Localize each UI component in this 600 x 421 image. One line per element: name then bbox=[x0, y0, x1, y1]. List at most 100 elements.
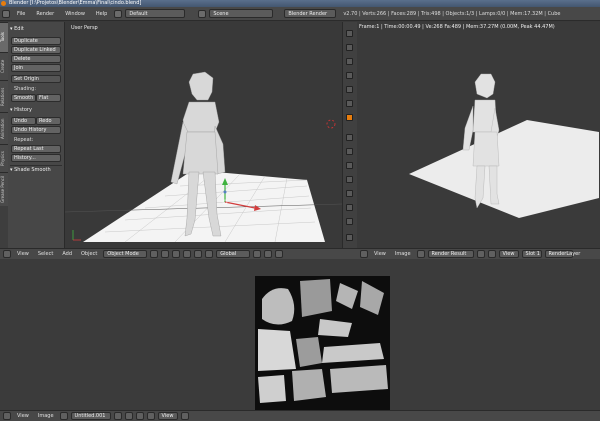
open-image-icon[interactable] bbox=[124, 412, 133, 420]
checkbox-4-icon[interactable] bbox=[346, 204, 353, 211]
edit-panel-title: Edit bbox=[14, 26, 24, 32]
scale-icon[interactable] bbox=[205, 250, 214, 258]
checkbox-6-icon[interactable] bbox=[346, 234, 353, 241]
menu-select[interactable]: Select bbox=[35, 251, 56, 257]
menu-render[interactable]: Render bbox=[32, 11, 58, 17]
texture-icon[interactable] bbox=[346, 148, 353, 155]
image-view-selector[interactable]: View bbox=[157, 412, 178, 420]
translate-icon[interactable] bbox=[183, 250, 192, 258]
checkbox-2-icon[interactable] bbox=[346, 176, 353, 183]
shading-mode-icon[interactable] bbox=[150, 250, 159, 258]
snap-icon[interactable] bbox=[275, 250, 284, 258]
flat-button[interactable]: Flat bbox=[36, 94, 61, 102]
edit-panel-header[interactable]: ▾ Edit bbox=[10, 25, 24, 33]
editor-type-icon[interactable] bbox=[360, 250, 368, 258]
render-layer-selector[interactable]: RenderLayer bbox=[544, 250, 580, 258]
repeat-label: Repeat: bbox=[14, 137, 34, 143]
render-engine-selector[interactable]: Blender Render bbox=[284, 9, 337, 18]
blender-logo-icon bbox=[1, 1, 6, 6]
undo-button[interactable]: Undo bbox=[11, 117, 36, 125]
layer-2-icon[interactable] bbox=[264, 250, 273, 258]
checkbox-5-icon[interactable] bbox=[346, 218, 353, 225]
render-floor bbox=[409, 120, 599, 218]
material-icon[interactable] bbox=[346, 134, 353, 141]
menu-view[interactable]: View bbox=[371, 251, 389, 257]
scene-selector[interactable]: Scene bbox=[209, 9, 274, 18]
scene-props-icon[interactable] bbox=[346, 58, 353, 65]
menu-help[interactable]: Help bbox=[92, 11, 111, 17]
undo-history-button[interactable]: Undo History bbox=[11, 126, 61, 134]
set-origin-dropdown[interactable]: Set Origin bbox=[11, 75, 61, 83]
window-title-bar: Blender [I:\Projetos\Blender\Emma\Final\… bbox=[0, 0, 600, 7]
pin-icon[interactable] bbox=[476, 250, 485, 258]
3d-viewport[interactable]: User Persp bbox=[65, 22, 342, 248]
pivot-icon[interactable] bbox=[161, 250, 170, 258]
mode-selector[interactable]: Object Mode bbox=[103, 250, 148, 258]
info-header: File Render Window Help Default Scene Bl… bbox=[0, 7, 600, 21]
repeat-history-button[interactable]: History... bbox=[11, 154, 61, 162]
editor-type-icon[interactable] bbox=[3, 412, 11, 420]
manipulator-icon[interactable] bbox=[172, 250, 181, 258]
3d-cursor-icon[interactable] bbox=[326, 119, 336, 129]
tab-create[interactable]: Create bbox=[0, 52, 8, 80]
menu-add[interactable]: Add bbox=[59, 251, 75, 257]
rotate-icon[interactable] bbox=[194, 250, 203, 258]
tab-physics[interactable]: Physics bbox=[0, 144, 8, 172]
menu-image[interactable]: Image bbox=[35, 413, 57, 419]
history-panel-header[interactable]: ▾ History bbox=[10, 106, 32, 114]
checkbox-1-icon[interactable] bbox=[346, 162, 353, 169]
pin-icon[interactable] bbox=[146, 412, 155, 420]
layers-icon[interactable] bbox=[346, 44, 353, 51]
image-browse-icon[interactable] bbox=[416, 250, 425, 258]
menu-view[interactable]: View bbox=[14, 413, 32, 419]
operator-title: Shade Smooth bbox=[14, 167, 51, 173]
uv-sync-icon[interactable] bbox=[487, 250, 496, 258]
layout-icon bbox=[114, 9, 123, 18]
delete-button[interactable]: Delete bbox=[11, 55, 61, 63]
viewport-properties-strip bbox=[342, 22, 358, 248]
duplicate-linked-button[interactable]: Duplicate Linked bbox=[11, 46, 61, 54]
display-channels-icon[interactable] bbox=[180, 412, 189, 420]
image-browse-icon[interactable] bbox=[59, 412, 68, 420]
menu-image[interactable]: Image bbox=[392, 251, 414, 257]
render-image bbox=[409, 73, 599, 218]
scene-icon bbox=[198, 9, 207, 18]
menu-window[interactable]: Window bbox=[61, 11, 89, 17]
redo-button[interactable]: Redo bbox=[36, 117, 61, 125]
tab-relations[interactable]: Relations bbox=[0, 80, 8, 112]
world-icon[interactable] bbox=[346, 72, 353, 79]
constraints-icon[interactable] bbox=[346, 100, 353, 107]
tab-grease-pencil[interactable]: Grease Pencil bbox=[0, 172, 8, 206]
menu-object[interactable]: Object bbox=[78, 251, 100, 257]
shading-label: Shading: bbox=[14, 86, 36, 92]
tab-animation[interactable]: Animation bbox=[0, 112, 8, 144]
tab-tools[interactable]: Tools bbox=[0, 22, 8, 52]
checkbox-3-icon[interactable] bbox=[346, 190, 353, 197]
object-icon[interactable] bbox=[346, 86, 353, 93]
modifiers-icon[interactable] bbox=[346, 114, 353, 121]
render-result-view[interactable]: Frame:1 | Time:00:00.49 | Ve:268 Fa:489 … bbox=[357, 22, 600, 248]
layout-selector[interactable]: Default bbox=[125, 9, 186, 18]
editor-type-icon[interactable] bbox=[2, 9, 10, 18]
render-view-selector[interactable]: View bbox=[498, 250, 519, 258]
image-editor-header: View Image Untitled.001 View bbox=[0, 410, 600, 421]
smooth-button[interactable]: Smooth bbox=[11, 94, 36, 102]
viewport-header: View Select Add Object Object Mode Globa… bbox=[0, 248, 357, 259]
close-image-icon[interactable] bbox=[135, 412, 144, 420]
orientation-selector[interactable]: Global bbox=[216, 250, 251, 258]
duplicate-button[interactable]: Duplicate bbox=[11, 37, 61, 45]
editor-type-icon[interactable] bbox=[3, 250, 11, 258]
join-button[interactable]: Join bbox=[11, 64, 61, 72]
new-image-icon[interactable] bbox=[113, 412, 122, 420]
menu-file[interactable]: File bbox=[13, 11, 29, 17]
viewport-scene bbox=[65, 71, 342, 243]
repeat-last-button[interactable]: Repeat Last bbox=[11, 145, 61, 153]
render-icon[interactable] bbox=[346, 30, 353, 37]
image-editor[interactable] bbox=[0, 259, 600, 410]
layer-icon[interactable] bbox=[253, 250, 262, 258]
render-image-selector[interactable]: Render Result bbox=[427, 250, 474, 258]
menu-view[interactable]: View bbox=[14, 251, 32, 257]
image-selector[interactable]: Untitled.001 bbox=[70, 412, 111, 420]
operator-panel-header[interactable]: ▾ Shade Smooth bbox=[10, 165, 62, 174]
slot-selector[interactable]: Slot 1 bbox=[521, 250, 542, 258]
